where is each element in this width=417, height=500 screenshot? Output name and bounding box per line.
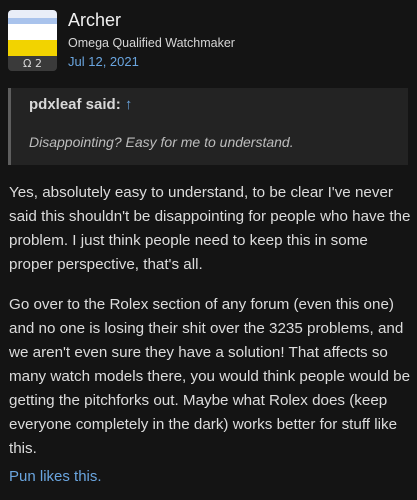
likes-summary-link[interactable]: Pun likes this. [9, 468, 102, 485]
quote-author: pdxleaf said: ↑ [29, 96, 132, 113]
username-link[interactable]: Archer [68, 10, 121, 31]
quote-block: pdxleaf said: ↑ Disappointing? Easy for … [8, 88, 408, 165]
jump-to-quote-icon[interactable]: ↑ [125, 96, 133, 113]
post-date-link[interactable]: Jul 12, 2021 [68, 54, 139, 69]
avatar-flag-stripe [8, 24, 57, 40]
user-title: Omega Qualified Watchmaker [68, 36, 235, 50]
post-paragraph: Go over to the Rolex section of any foru… [9, 296, 411, 457]
quote-author-name[interactable]: pdxleaf said: [29, 96, 121, 113]
avatar-flag-stripe [8, 10, 57, 18]
post-paragraph: Yes, absolutely easy to understand, to b… [9, 184, 411, 273]
forum-post: Ω 2 Archer Omega Qualified Watchmaker Ju… [0, 0, 417, 500]
user-badge: Ω 2 [8, 56, 57, 71]
avatar[interactable]: Ω 2 [8, 10, 57, 71]
quote-text: Disappointing? Easy for me to understand… [29, 134, 294, 150]
avatar-flag-stripe [8, 40, 57, 56]
